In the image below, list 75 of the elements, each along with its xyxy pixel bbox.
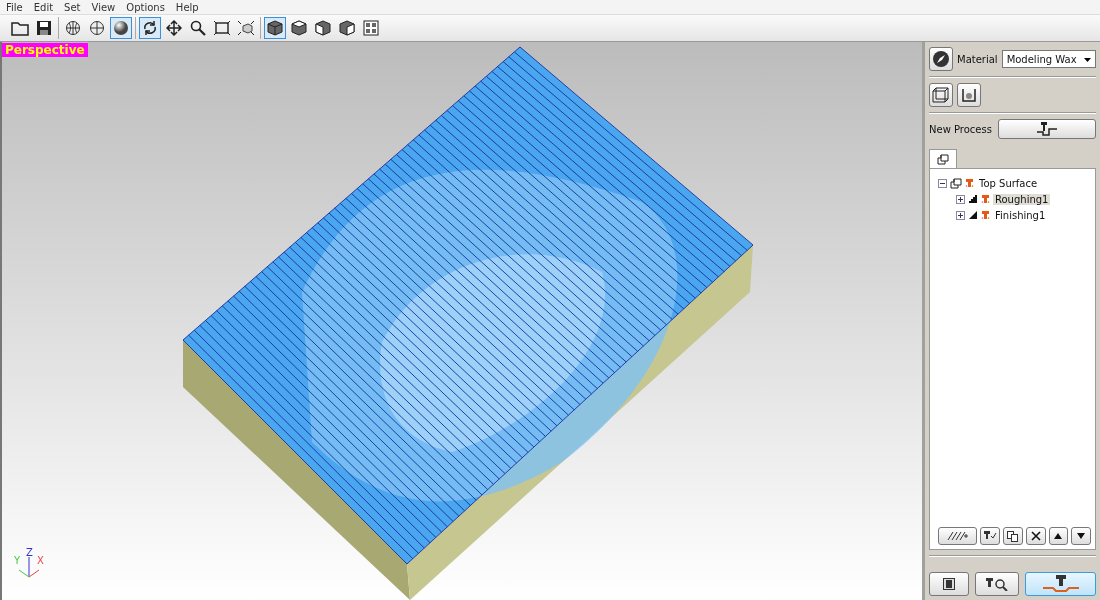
menu-item[interactable]: View (87, 0, 123, 14)
tree-item[interactable]: Finishing1 (993, 209, 1048, 221)
toolpath-button[interactable] (938, 527, 978, 545)
cube-front-button[interactable] (312, 17, 334, 39)
box-icon (932, 87, 950, 103)
cube-top-icon (291, 20, 307, 36)
hatch-lines-icon (946, 531, 969, 541)
pan-button[interactable] (163, 17, 185, 39)
axis-y-label: Y (14, 555, 21, 566)
tree-item[interactable]: Roughing1 (993, 193, 1051, 205)
new-process-label: New Process (929, 123, 992, 135)
tool-step-icon (1035, 122, 1059, 136)
tool-icon (981, 193, 990, 205)
cut-button[interactable] (1025, 572, 1096, 596)
up-triangle-icon (1054, 533, 1063, 539)
grid-icon (363, 20, 379, 36)
tree-item[interactable]: Top Surface (977, 177, 1040, 189)
magnifier-icon (190, 20, 206, 36)
stock-box-button[interactable] (929, 83, 953, 107)
menu-item[interactable]: Edit (29, 0, 61, 14)
rotate-button[interactable] (139, 17, 161, 39)
stop-button[interactable] (929, 572, 969, 596)
caret-icon (1084, 57, 1091, 62)
down-triangle-icon (1077, 533, 1086, 539)
tool-icon (965, 177, 974, 189)
delete-button[interactable] (1025, 527, 1046, 545)
tree-tab[interactable] (929, 149, 957, 168)
multi-view-button[interactable] (360, 17, 382, 39)
tool-icon (981, 209, 990, 221)
tool-check-icon (983, 531, 998, 541)
cube-front-icon (315, 20, 331, 36)
axis-z-label: Z (26, 547, 33, 558)
new-process-button[interactable] (998, 119, 1096, 139)
zoom-cube-icon (237, 20, 255, 36)
axis-x-label: X (37, 555, 44, 566)
expand-icon[interactable] (956, 194, 965, 204)
rotate-icon (142, 20, 158, 36)
tool-cut-icon (1040, 575, 1081, 593)
roughing-icon (968, 194, 978, 204)
move-arrows-icon (166, 20, 182, 36)
preview-button[interactable] (975, 572, 1019, 596)
cube-dark-button[interactable] (264, 17, 286, 39)
tray-icon (961, 87, 977, 103)
cube-side-button[interactable] (336, 17, 358, 39)
menu-item[interactable]: Help (171, 0, 206, 14)
shaded-button[interactable] (110, 17, 132, 39)
fit-frame-icon (213, 20, 231, 36)
menu-item[interactable]: File (2, 0, 30, 14)
copy-icon (1007, 530, 1019, 542)
material-dropdown[interactable]: Modeling Wax (1001, 50, 1096, 68)
close-icon (1030, 531, 1041, 541)
square-icon (943, 578, 955, 590)
cube-side-icon (339, 20, 355, 36)
globe-icon (89, 20, 105, 36)
compass-icon (932, 50, 950, 68)
view-label: Perspective (2, 43, 88, 57)
cube-stack-icon (937, 153, 949, 165)
cube-icon (267, 20, 283, 36)
folder-icon (11, 20, 29, 36)
move-up-button[interactable] (1048, 527, 1069, 545)
tool-check-button[interactable] (980, 527, 1001, 545)
menu-item[interactable]: Set (60, 0, 88, 14)
menu-item[interactable]: Options (122, 0, 172, 14)
expand-icon[interactable] (956, 210, 965, 220)
model-position-button[interactable] (957, 83, 981, 107)
wire-globe-icon (65, 20, 81, 36)
move-down-button[interactable] (1071, 527, 1091, 545)
surface-icon (950, 177, 962, 189)
sphere-icon (113, 20, 129, 36)
tool-magnifier-icon (985, 577, 1009, 591)
copy-button[interactable] (1003, 527, 1023, 545)
compass-button[interactable] (929, 47, 953, 71)
finishing-icon (968, 210, 978, 220)
material-label: Material (957, 53, 998, 65)
collapse-icon[interactable] (938, 178, 947, 188)
